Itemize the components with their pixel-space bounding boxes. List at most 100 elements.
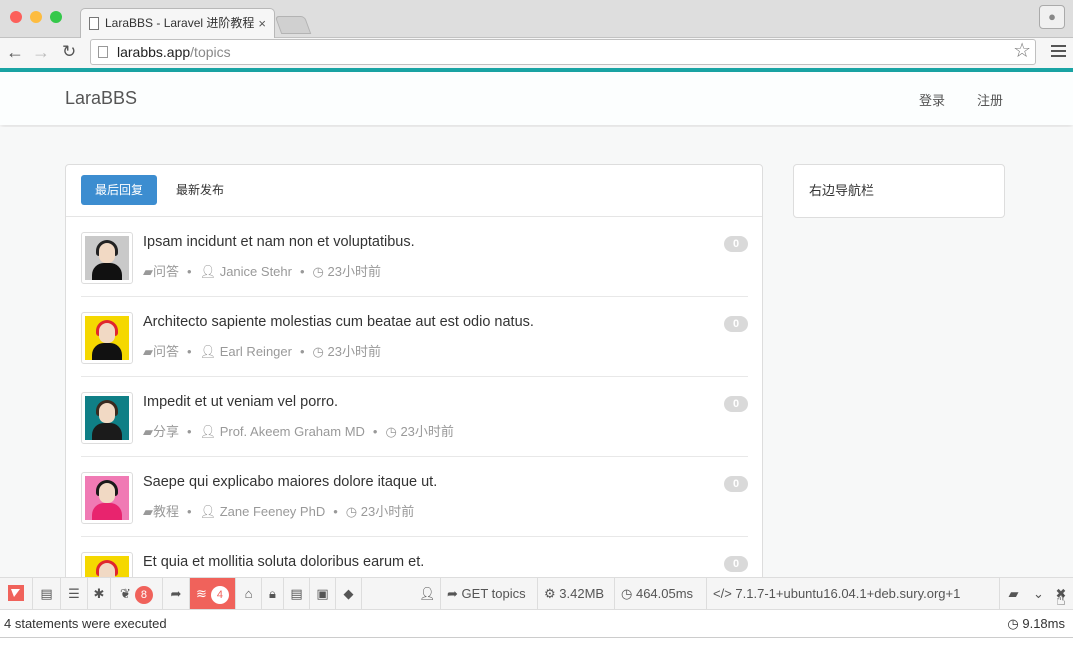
topic-title[interactable]: Et quia et mollitia soluta doloribus ear… [143, 554, 424, 570]
topic-meta: ▰问答 • 👤︎ Janice Stehr • ◷ 23小时前 [143, 264, 381, 279]
log-icon[interactable]: ▤ [284, 578, 310, 609]
clock-icon: ◷ [345, 504, 361, 519]
php-version-text: 7.1.7-1+ubuntu16.04.1+deb.sury.org+1 [735, 586, 961, 601]
clock-icon: ◷ [621, 586, 633, 601]
statements-time: ◷ 9.18ms [1007, 610, 1065, 637]
topic-meta: ▰分享 • 👤︎ Prof. Akeem Graham MD • ◷ 23小时前 [143, 424, 454, 439]
topic-author[interactable]: Earl Reinger [220, 344, 292, 359]
reply-count-badge: 0 [724, 316, 748, 332]
laravel-logo-icon[interactable] [0, 578, 33, 609]
time-indicator: ◷ 464.05ms [614, 578, 699, 609]
profile-icon[interactable]: ● [1039, 5, 1065, 29]
topic-row[interactable]: Architecto sapiente molestias cum beatae… [81, 297, 748, 377]
clock-icon: ◷ [385, 424, 401, 439]
mouse-cursor-icon: ☝ [1056, 592, 1066, 609]
topic-time: 23小时前 [400, 424, 454, 439]
reload-icon[interactable]: ↻ [62, 42, 76, 62]
topic-category[interactable]: 分享 [153, 424, 179, 439]
memory-text: 3.42MB [559, 586, 605, 601]
site-brand[interactable]: LaraBBS [65, 88, 137, 109]
user-avatar[interactable] [81, 392, 133, 444]
bookmark-star-icon[interactable]: ☆ [1013, 39, 1031, 63]
cogs-icon: ⚙ [544, 586, 556, 601]
user-icon: 👤︎ [199, 504, 220, 519]
topic-author[interactable]: Zane Feeney PhD [220, 504, 326, 519]
topic-category[interactable]: 问答 [153, 264, 179, 279]
tab-title: LaraBBS - Laravel 进阶教程 [105, 16, 255, 30]
topic-row[interactable]: Saepe qui explicabo maiores dolore itaqu… [81, 457, 748, 537]
clock-icon: ◷ [312, 264, 328, 279]
topic-category[interactable]: 问答 [153, 344, 179, 359]
messages-icon[interactable]: ▤ [33, 578, 61, 609]
user-icon: 👤︎ [199, 424, 220, 439]
views-tab[interactable]: ❦ 8 [111, 578, 163, 609]
archive-icon[interactable]: ▣ [310, 578, 336, 609]
queries-tab[interactable]: ≋ 4 [190, 578, 236, 609]
user-icon: 👤︎ [199, 344, 220, 359]
topic-meta: ▰教程 • 👤︎ Zane Feeney PhD • ◷ 23小时前 [143, 504, 415, 519]
leaf-icon: ❦ [120, 586, 131, 601]
topic-row[interactable]: Ipsam incidunt et nam non et voluptatibu… [81, 217, 748, 297]
lock-icon[interactable]: 🔒︎ [262, 578, 284, 609]
reply-count-badge: 0 [724, 396, 748, 412]
clock-icon: ◷ [312, 344, 328, 359]
page-icon [89, 17, 99, 30]
share-icon: ➦ [447, 586, 458, 601]
page-icon [98, 46, 108, 58]
user-avatar[interactable] [81, 312, 133, 364]
open-folder-icon[interactable]: ▰ [999, 578, 1027, 609]
browser-menu-icon[interactable] [1051, 45, 1066, 60]
debugbar: ▤ ☰ ✱ ❦ 8 ➦ ≋ 4 ⌂ 🔒︎ ▤ ▣ ◆ 👤︎ ➦ GET topics… [0, 577, 1073, 610]
tags-icon[interactable]: ◆ [336, 578, 362, 609]
zoom-window-button[interactable] [50, 11, 62, 23]
queries-count-badge: 4 [210, 586, 229, 604]
topic-author[interactable]: Prof. Akeem Graham MD [220, 424, 365, 439]
forward-icon[interactable]: → [32, 42, 50, 62]
route-indicator[interactable]: ➦ GET topics [440, 578, 532, 609]
database-icon: ≋ [196, 586, 207, 601]
user-avatar[interactable] [81, 472, 133, 524]
folder-icon: ▰ [143, 264, 153, 279]
mail-inbox-icon[interactable]: ⌂ [236, 578, 262, 609]
topic-time: 23小时前 [327, 264, 381, 279]
user-avatar[interactable] [81, 232, 133, 284]
topic-row[interactable]: Impedit et ut veniam vel porro. ▰分享 • 👤︎ Pr… [81, 377, 748, 457]
route-text: GET topics [461, 586, 526, 601]
topic-category[interactable]: 教程 [153, 504, 179, 519]
folder-icon: ▰ [143, 504, 153, 519]
tab-newest[interactable]: 最新发布 [162, 175, 238, 205]
back-icon[interactable]: ← [6, 42, 24, 62]
timeline-icon[interactable]: ☰ [61, 578, 88, 609]
user-icon: 👤︎ [199, 264, 220, 279]
sidebar-panel: 右边导航栏 [793, 164, 1005, 218]
chevron-down-icon[interactable]: ⌄ [1027, 578, 1049, 609]
topic-list-panel: 最后回复 最新发布 Ipsam incidunt et nam non et v… [65, 164, 763, 584]
browser-toolbar: ← → ↻ larabbs.app/topics ☆ [0, 38, 1073, 68]
reply-count-badge: 0 [724, 556, 748, 572]
memory-indicator: ⚙ 3.42MB [537, 578, 610, 609]
login-link[interactable]: 登录 [919, 90, 945, 109]
topic-title[interactable]: Ipsam incidunt et nam non et voluptatibu… [143, 234, 415, 250]
topic-title[interactable]: Impedit et ut veniam vel porro. [143, 394, 338, 410]
statements-text: 4 statements were executed [4, 616, 167, 631]
address-bar[interactable]: larabbs.app/topics ☆ [90, 39, 1036, 65]
browser-tab[interactable]: LaraBBS - Laravel 进阶教程 × [80, 8, 275, 39]
tab-last-reply[interactable]: 最后回复 [81, 175, 158, 205]
tab-close-icon[interactable]: × [258, 9, 266, 38]
code-icon: </> [713, 586, 732, 601]
topic-filter-tabs: 最后回复 最新发布 [66, 165, 762, 217]
topic-author[interactable]: Janice Stehr [220, 264, 292, 279]
topic-title[interactable]: Architecto sapiente molestias cum beatae… [143, 314, 534, 330]
topic-title[interactable]: Saepe qui explicabo maiores dolore itaqu… [143, 474, 437, 490]
user-icon[interactable]: 👤︎ [413, 578, 442, 609]
reply-count-badge: 0 [724, 236, 748, 252]
new-tab-button[interactable] [274, 16, 312, 34]
exceptions-bug-icon[interactable]: ✱ [88, 578, 111, 609]
close-window-button[interactable] [10, 11, 22, 23]
topic-time: 23小时前 [360, 504, 415, 519]
route-icon[interactable]: ➦ [163, 578, 190, 609]
register-link[interactable]: 注册 [977, 90, 1003, 109]
sidebar-title: 右边导航栏 [809, 183, 875, 198]
minimize-window-button[interactable] [30, 11, 42, 23]
browser-tab-bar: LaraBBS - Laravel 进阶教程 × ● [0, 0, 1073, 39]
